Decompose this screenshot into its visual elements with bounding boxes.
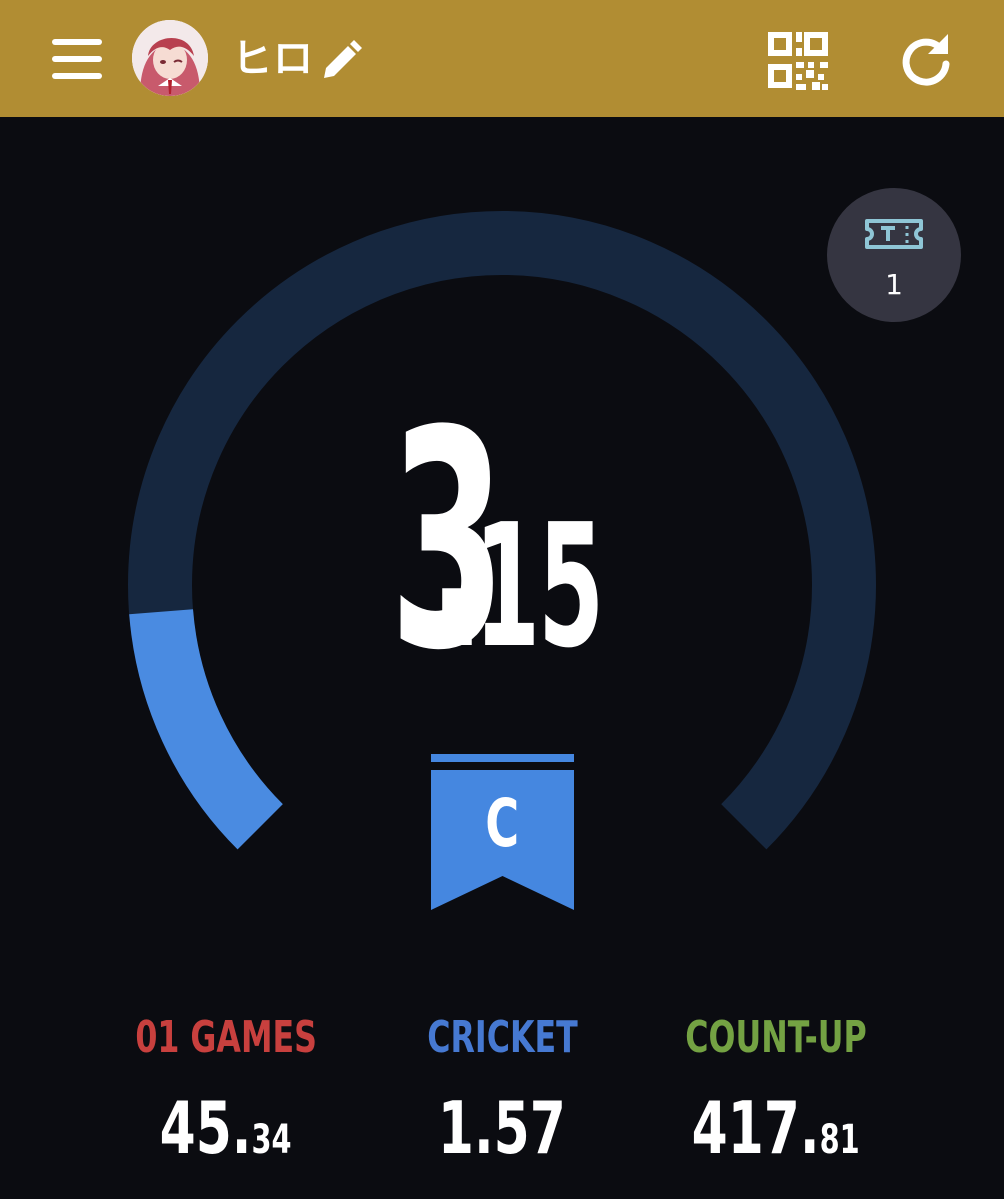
stat-cricket-label: CRICKET [426, 1012, 578, 1063]
ticket-count: 1 [885, 268, 903, 301]
avatar-image [132, 20, 208, 96]
stat-count-up-label: COUNT-UP [685, 1012, 867, 1063]
stat-01-games-value: 45.34 [160, 1086, 292, 1170]
menu-icon[interactable] [50, 36, 104, 82]
rank-letter: C [485, 785, 520, 862]
avatar[interactable] [132, 20, 208, 96]
ticket-icon [865, 219, 923, 249]
rating-decimal: 15 [474, 488, 604, 686]
stat-cricket-value: 1.57 [438, 1086, 566, 1170]
stat-01-games-label: 01 GAMES [135, 1012, 317, 1063]
rank-flag: C [431, 754, 574, 912]
qr-code-icon[interactable] [766, 30, 830, 90]
stat-cricket[interactable]: CRICKET 1.57 [352, 1008, 652, 1180]
top-bar: ヒロ [0, 0, 1004, 117]
refresh-icon[interactable] [898, 30, 954, 88]
stat-01-games[interactable]: 01 GAMES 45.34 [76, 1008, 376, 1180]
stat-count-up[interactable]: COUNT-UP 417.81 [626, 1008, 926, 1180]
player-name: ヒロ [232, 36, 314, 82]
pencil-icon[interactable] [318, 38, 364, 84]
ticket-badge[interactable]: 1 [827, 188, 961, 322]
rating-value: 3.15 [0, 392, 1004, 692]
stat-count-up-value: 417.81 [691, 1086, 860, 1170]
